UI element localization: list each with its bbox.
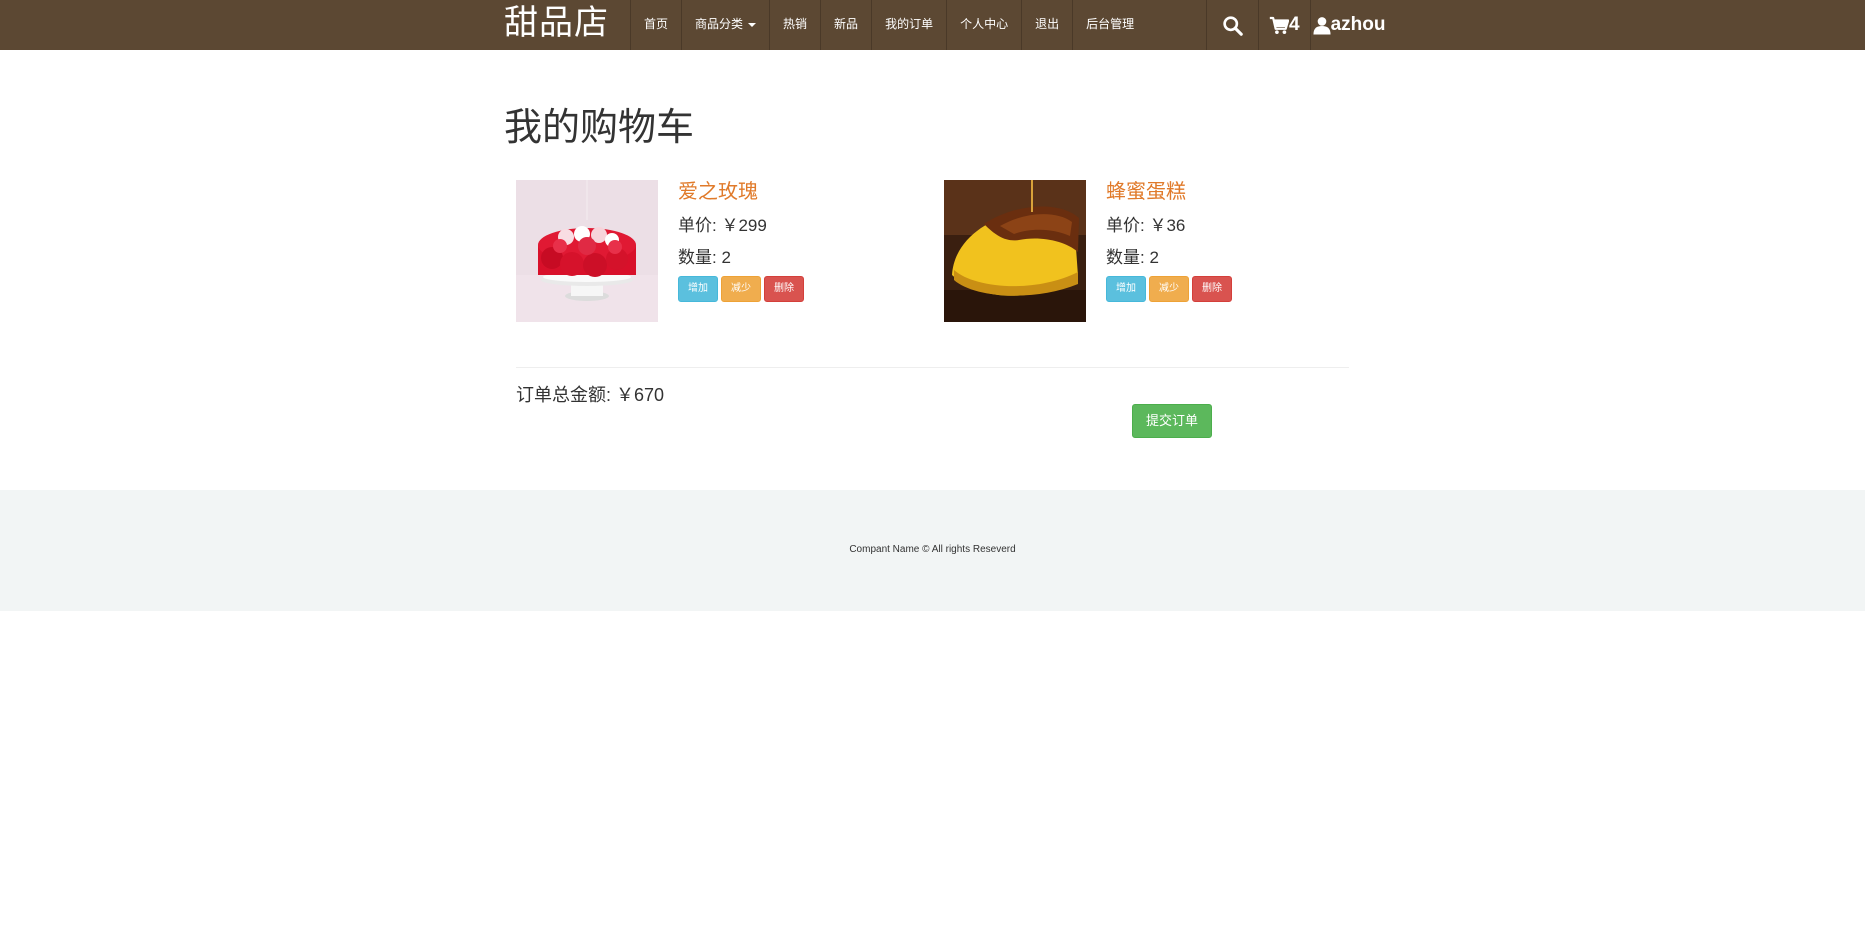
decrease-button[interactable]: 减少: [721, 276, 761, 302]
username: azhou: [1330, 14, 1386, 35]
item-actions: 增加 减少 删除: [678, 276, 804, 302]
order-total: 订单总金额: ￥670: [516, 385, 665, 405]
cart-button[interactable]: 4: [1259, 0, 1311, 50]
cart-item-info: 爱之玫瑰 单价: ￥299 数量: 2 增加 减少 删除: [678, 180, 804, 302]
nav-item-hot[interactable]: 热销: [770, 0, 822, 50]
nav-item-label: 我的订单: [885, 17, 934, 31]
caret-down-icon: [748, 22, 757, 27]
delete-button[interactable]: 删除: [764, 276, 804, 302]
submit-order-button[interactable]: 提交订单: [1132, 404, 1213, 438]
nav-item-label: 新品: [834, 17, 859, 31]
nav-item-label: 首页: [644, 17, 669, 31]
unit-price: 单价: ￥36: [1106, 216, 1186, 235]
page-title: 我的购物车: [504, 107, 695, 149]
search-button[interactable]: [1207, 0, 1259, 50]
nav-item-my-orders[interactable]: 我的订单: [872, 0, 948, 50]
nav-right: 4 azhou: [1206, 0, 1398, 50]
nav-item-label: 退出: [1035, 17, 1060, 31]
increase-button[interactable]: 增加: [1106, 276, 1146, 302]
unit-price: 单价: ￥299: [678, 216, 767, 235]
nav-item-logout[interactable]: 退出: [1022, 0, 1074, 50]
main-nav: 首页 商品分类 热销 新品 我的订单 个人中心 退出 后台管理: [630, 0, 1147, 50]
cart-item: 蜂蜜蛋糕 单价: ￥36 数量: 2 增加 减少 删除: [944, 180, 1324, 322]
quantity: 数量: 2: [678, 248, 731, 267]
increase-button[interactable]: 增加: [678, 276, 718, 302]
nav-item-categories[interactable]: 商品分类: [682, 0, 771, 50]
delete-button[interactable]: 删除: [1192, 276, 1232, 302]
nav-item-label: 后台管理: [1086, 17, 1135, 31]
user-menu[interactable]: azhou: [1311, 0, 1399, 50]
search-icon: [1223, 15, 1243, 36]
top-navbar: 甜品店 首页 商品分类 热销 新品 我的订单 个人中心 退出 后台管理 4 az…: [0, 0, 1865, 50]
nav-item-home[interactable]: 首页: [631, 0, 683, 50]
nav-item-profile[interactable]: 个人中心: [947, 0, 1023, 50]
product-name[interactable]: 爱之玫瑰: [678, 180, 804, 210]
item-actions: 增加 减少 删除: [1106, 276, 1232, 302]
nav-item-label: 热销: [783, 17, 808, 31]
cart-count: 4: [1289, 14, 1300, 35]
divider: [516, 367, 1349, 368]
nav-item-new[interactable]: 新品: [821, 0, 873, 50]
nav-item-admin[interactable]: 后台管理: [1073, 0, 1147, 50]
shopping-cart-icon: [1269, 16, 1289, 34]
cart-item-info: 蜂蜜蛋糕 单价: ￥36 数量: 2 增加 减少 删除: [1106, 180, 1232, 302]
cart-item: 爱之玫瑰 单价: ￥299 数量: 2 增加 减少 删除: [516, 180, 896, 322]
rose-cake-image[interactable]: [516, 180, 658, 322]
nav-item-label: 商品分类: [695, 17, 744, 31]
brand-logo[interactable]: 甜品店: [504, 0, 609, 50]
quantity: 数量: 2: [1106, 248, 1159, 267]
decrease-button[interactable]: 减少: [1149, 276, 1189, 302]
user-icon: [1313, 16, 1331, 34]
copyright-text: Compant Name © All rights Reseverd: [849, 544, 1016, 555]
footer: Compant Name © All rights Reseverd: [0, 490, 1865, 611]
honey-cake-image[interactable]: [944, 180, 1086, 322]
nav-item-label: 个人中心: [960, 17, 1009, 31]
product-name[interactable]: 蜂蜜蛋糕: [1106, 180, 1232, 210]
